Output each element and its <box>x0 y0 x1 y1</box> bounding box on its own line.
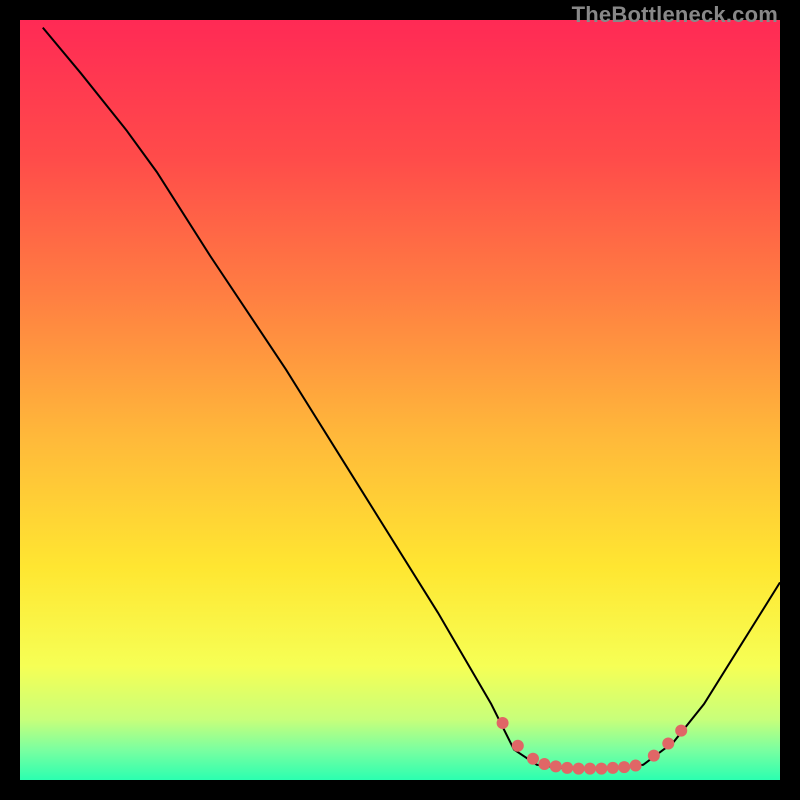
highlight-dot <box>648 750 660 762</box>
highlight-dot <box>538 758 550 770</box>
highlight-dot <box>550 760 562 772</box>
chart-plot-area <box>20 20 780 780</box>
highlight-dot <box>595 763 607 775</box>
highlight-dot <box>561 762 573 774</box>
chart-svg <box>20 20 780 780</box>
highlight-dot <box>607 762 619 774</box>
highlight-dot <box>618 761 630 773</box>
highlight-dot <box>675 725 687 737</box>
highlight-dot <box>662 738 674 750</box>
highlight-dot <box>512 740 524 752</box>
chart-background <box>20 20 780 780</box>
highlight-dot <box>527 753 539 765</box>
highlight-dot <box>497 717 509 729</box>
highlight-dot <box>584 763 596 775</box>
highlight-dot <box>573 763 585 775</box>
highlight-dot <box>630 760 642 772</box>
watermark-text: TheBottleneck.com <box>572 2 778 28</box>
chart-frame: TheBottleneck.com <box>0 0 800 800</box>
